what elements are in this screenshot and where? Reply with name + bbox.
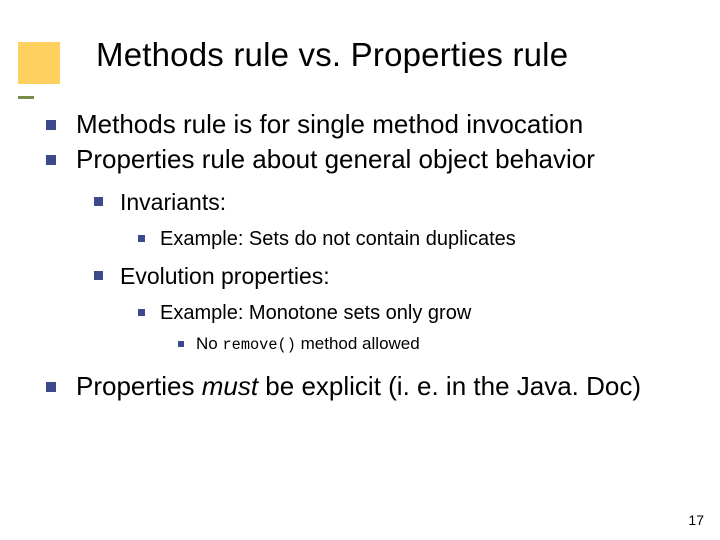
bullet-text: Methods rule is for single method invoca…	[76, 109, 583, 139]
bullet-list-level3: Example: Monotone sets only grow No remo…	[138, 300, 696, 356]
bullet-text-post: be explicit (i. e. in the Java. Doc)	[258, 371, 641, 401]
bullet-l2: Evolution properties: Example: Monotone …	[94, 261, 696, 356]
code-text: remove()	[222, 336, 295, 354]
bullet-text-post: method allowed	[296, 334, 420, 353]
bullet-text-em: must	[202, 371, 258, 401]
bullet-l1: Properties rule about general object beh…	[46, 143, 696, 355]
bullet-list-level1: Methods rule is for single method invoca…	[46, 108, 696, 403]
bullet-text-pre: No	[196, 334, 222, 353]
bullet-text: Example: Monotone sets only grow	[160, 302, 471, 324]
bullet-l4: No remove() method allowed	[178, 333, 696, 356]
bullet-text: Evolution properties:	[120, 263, 330, 289]
bullet-text: Properties rule about general object beh…	[76, 144, 595, 174]
bullet-text: Invariants:	[120, 189, 226, 215]
bullet-l1: Properties must be explicit (i. e. in th…	[46, 370, 696, 403]
bullet-list-level3: Example: Sets do not contain duplicates	[138, 226, 696, 253]
page-number: 17	[688, 512, 704, 528]
slide: Methods rule vs. Properties rule Methods…	[0, 0, 720, 540]
slide-title: Methods rule vs. Properties rule	[96, 36, 568, 74]
bullet-l2: Invariants: Example: Sets do not contain…	[94, 187, 696, 253]
bullet-list-level4: No remove() method allowed	[178, 333, 696, 356]
bullet-text-pre: Properties	[76, 371, 202, 401]
slide-body: Methods rule is for single method invoca…	[46, 108, 696, 405]
bullet-list-level2: Invariants: Example: Sets do not contain…	[94, 187, 696, 356]
bullet-text: Example: Sets do not contain duplicates	[160, 228, 516, 250]
bullet-l3: Example: Sets do not contain duplicates	[138, 226, 696, 253]
accent-square-icon	[18, 42, 60, 84]
bullet-l3: Example: Monotone sets only grow No remo…	[138, 300, 696, 356]
bullet-l1: Methods rule is for single method invoca…	[46, 108, 696, 141]
accent-line-icon	[18, 96, 34, 99]
